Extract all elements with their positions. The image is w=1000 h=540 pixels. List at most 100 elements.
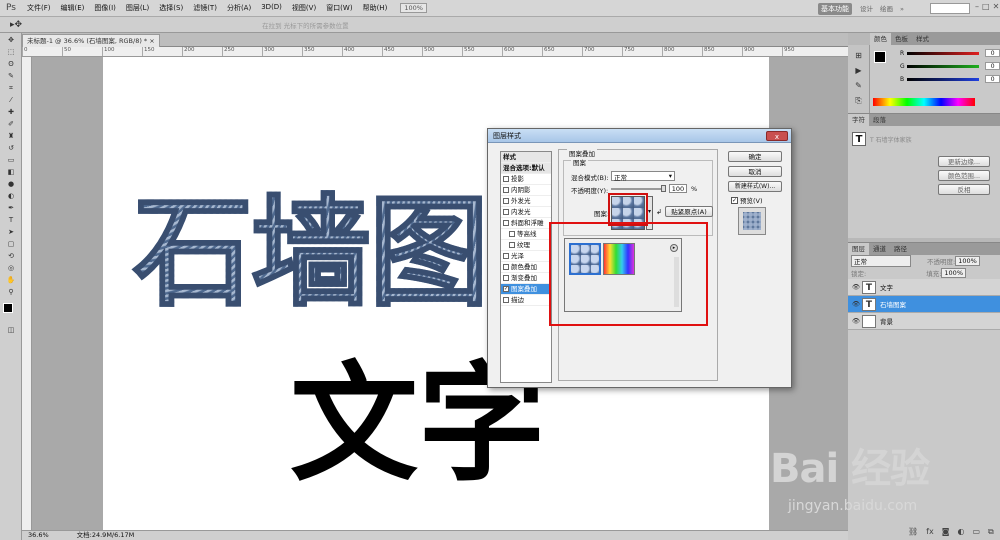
opacity-field[interactable]: 100% [955,256,980,266]
eye-icon[interactable]: 👁 [850,283,862,291]
tab-color[interactable]: 颜色 [870,33,891,45]
style-checkbox[interactable] [503,209,509,215]
char-panel-button[interactable]: 反相 [938,184,990,195]
zoom-combo[interactable]: 100% [400,3,427,13]
style-item[interactable]: 描边 [501,295,551,306]
blur-tool-icon[interactable]: ● [4,179,18,189]
fill-field[interactable]: 100% [941,268,966,278]
gradient-tool-icon[interactable]: ◧ [4,167,18,177]
minimize-icon[interactable]: – [975,2,979,11]
tab-swatches[interactable]: 色板 [891,33,912,45]
style-item[interactable]: 光泽 [501,251,551,262]
fg-color-swatch[interactable] [874,51,886,63]
channel-slider[interactable]: R0 [900,48,1000,58]
style-checkbox[interactable] [509,242,515,248]
menu-item[interactable]: 帮助(H) [358,3,393,13]
menu-item[interactable]: 滤镜(T) [188,3,222,13]
preview-checkbox[interactable]: ✓ 预览(V) [731,195,763,205]
style-item[interactable]: 渐变叠加 [501,273,551,284]
move-tool-icon[interactable]: ▸✥ [10,20,22,30]
style-item[interactable]: 斜面和浮雕 [501,218,551,229]
style-checkbox[interactable] [503,198,509,204]
healing-brush-icon[interactable]: ✚ [4,107,18,117]
eyedropper-icon[interactable]: ⁄ [4,95,18,105]
dodge-tool-icon[interactable]: ◐ [4,191,18,201]
style-checkbox[interactable]: ✓ [503,286,509,292]
channel-bar[interactable] [907,64,980,68]
menu-item[interactable]: 图层(L) [121,3,154,13]
style-item[interactable]: 颜色叠加 [501,262,551,273]
close-icon[interactable]: ✕ [993,2,1000,11]
tab-paragraph[interactable]: 段落 [869,114,890,126]
style-checkbox[interactable] [503,187,509,193]
3d-rotate-icon[interactable]: ⟲ [4,251,18,261]
zoom-level[interactable]: 36.6% [22,531,55,540]
history-brush-icon[interactable]: ↺ [4,143,18,153]
eraser-icon[interactable]: ▭ [4,155,18,165]
channel-bar[interactable] [907,77,980,81]
style-item[interactable]: 投影 [501,174,551,185]
quick-mask-icon[interactable]: ◫ [4,325,18,335]
move-tool-icon[interactable]: ✥ [4,35,18,45]
channel-value[interactable]: 0 [985,62,1000,70]
style-checkbox[interactable] [503,220,509,226]
style-checkbox[interactable] [503,253,509,259]
color-spectrum[interactable] [873,98,975,106]
crop-tool-icon[interactable]: ⌗ [4,83,18,93]
tab-layers[interactable]: 图层 [848,243,869,255]
lasso-tool-icon[interactable]: ʘ [4,59,18,69]
search-input[interactable] [930,3,970,14]
channel-slider[interactable]: G0 [900,61,1000,71]
color-swatches[interactable] [3,303,19,319]
menu-item[interactable]: 图像(I) [89,3,121,13]
dialog-close-button[interactable]: x [766,131,788,141]
menu-item[interactable]: 文件(F) [22,3,56,13]
history-icon[interactable]: ⊞ [848,51,869,60]
ok-button[interactable]: 确定 [728,151,782,162]
brush-presets-icon[interactable]: ✎ [848,81,869,90]
type-tool-icon[interactable]: T [4,215,18,225]
menu-item[interactable]: 选择(S) [154,3,188,13]
opacity-slider[interactable] [611,188,663,190]
blend-mode-select[interactable]: 正常 [851,255,911,267]
tab-character[interactable]: 字符 [848,114,869,126]
document-tab[interactable]: 未标题-1 @ 36.6% (石墙图案, RGB/8) * × [22,34,160,47]
dialog-titlebar[interactable]: 图层样式 x [488,129,791,143]
cancel-button[interactable]: 取消 [728,166,782,177]
channel-value[interactable]: 0 [985,75,1000,83]
layer-row[interactable]: 👁 T 文字 [848,279,1000,296]
opacity-slider-thumb[interactable] [661,185,666,192]
workspace-button[interactable]: 基本功能 [818,3,852,15]
3d-orbit-icon[interactable]: ◎ [4,263,18,273]
layer-row[interactable]: 👁 背景 [848,313,1000,330]
style-item[interactable]: 混合选项:默认 [501,163,551,174]
blend-select[interactable]: 正常 ▾ [611,171,675,182]
pen-tool-icon[interactable]: ✒ [4,203,18,213]
style-checkbox[interactable] [503,264,509,270]
workspace-more[interactable]: » [900,3,904,15]
menu-item[interactable]: 分析(A) [222,3,256,13]
snap-origin-button[interactable]: 贴紧原点(A) [665,206,713,217]
style-item[interactable]: 外发光 [501,196,551,207]
style-item[interactable]: 内阴影 [501,185,551,196]
shape-tool-icon[interactable]: ▢ [4,239,18,249]
marquee-tool-icon[interactable]: ⬚ [4,47,18,57]
workspace-design[interactable]: 设计 [860,3,873,15]
style-checkbox[interactable] [509,231,515,237]
style-item[interactable]: ✓ 图案叠加 [501,284,551,295]
clone-source-icon[interactable]: ⎘ [848,96,869,106]
char-panel-button[interactable]: 更新边缘... [938,156,990,167]
channel-bar[interactable] [907,51,980,55]
opacity-input[interactable]: 100 [669,184,687,193]
channel-value[interactable]: 0 [985,49,1000,57]
eye-icon[interactable]: 👁 [850,317,862,325]
clone-stamp-icon[interactable]: ♜ [4,131,18,141]
style-checkbox[interactable] [503,297,509,303]
style-item[interactable]: 纹理 [501,240,551,251]
style-item[interactable]: 内发光 [501,207,551,218]
style-item[interactable]: 等高线 [501,229,551,240]
style-checkbox[interactable] [503,275,509,281]
restore-icon[interactable]: □ [982,2,990,11]
style-checkbox[interactable] [503,176,509,182]
tab-channels[interactable]: 通道 [869,243,890,255]
